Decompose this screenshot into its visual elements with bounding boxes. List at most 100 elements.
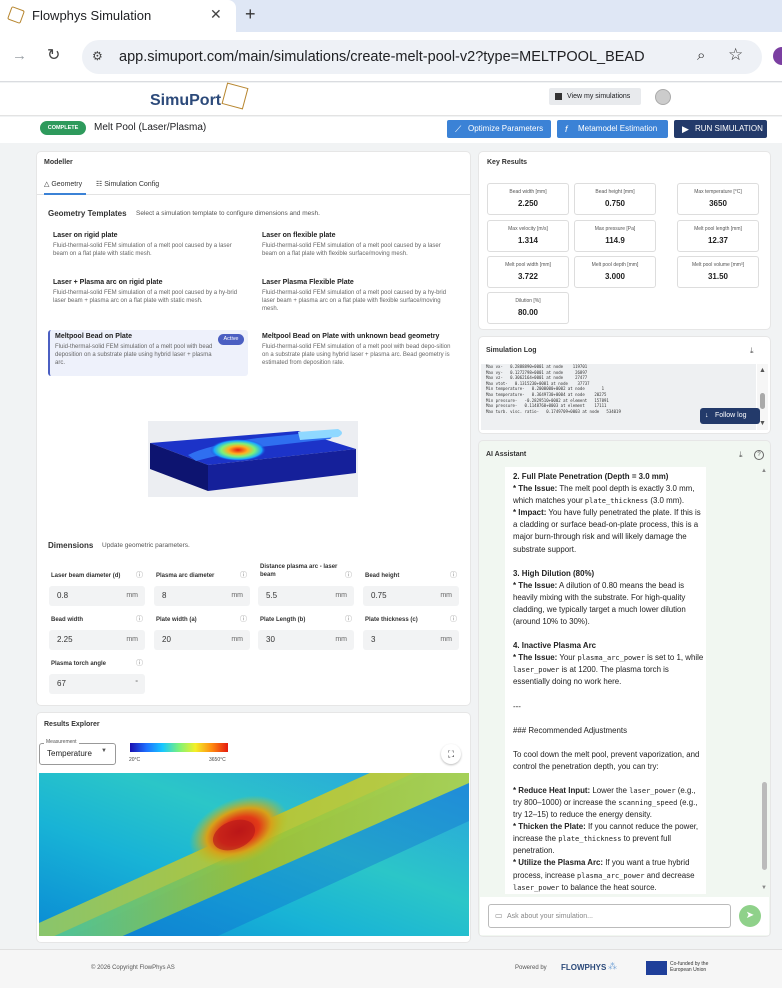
ai-message: 2. Full Plate Penetration (Depth = 3.0 m… xyxy=(505,467,706,894)
eu-funding-text: Co-funded by the European Union xyxy=(670,961,709,973)
kpi-label: Dilution [%] xyxy=(515,298,541,304)
modeller-title: Modeller xyxy=(44,159,73,166)
template-card[interactable]: Laser Plasma Flexible Plate Fluid-therma… xyxy=(257,276,457,318)
info-icon[interactable]: ⓘ xyxy=(136,614,143,624)
dimensions-title: Dimensions xyxy=(48,541,94,550)
kpi-value: 2.250 xyxy=(517,199,539,208)
ai-heading: ### Recommended Adjustments xyxy=(513,725,628,735)
close-tab-icon[interactable]: ✕ xyxy=(210,6,222,23)
template-title: Laser on rigid plate xyxy=(53,232,118,239)
field-unit: mm xyxy=(231,592,243,599)
field-unit: mm xyxy=(126,592,138,599)
play-icon: ▶ xyxy=(682,124,689,134)
site-settings-icon[interactable]: ⚙ xyxy=(92,49,103,63)
scroll-down-icon[interactable]: ▼ xyxy=(761,885,767,891)
laser-beam-diameter-input[interactable]: 0.8 mm xyxy=(49,586,145,606)
ai-code: plate_thickness xyxy=(584,497,649,506)
info-icon[interactable]: ⓘ xyxy=(345,570,352,580)
field-value: 3 xyxy=(371,635,376,644)
kpi-value: 3.722 xyxy=(517,272,539,281)
ai-code: laser_power xyxy=(513,666,560,675)
download-icon[interactable]: ⤓ xyxy=(739,450,743,460)
template-desc: Fluid-thermal-solid FEM simulation of a … xyxy=(262,344,451,366)
run-simulation-button[interactable]: ▶ RUN SIMULATION xyxy=(674,120,767,138)
info-icon[interactable]: ⓘ xyxy=(450,614,457,624)
ai-chat-input[interactable]: ▭ Ask about your simulation... xyxy=(488,904,731,928)
field-unit: mm xyxy=(440,592,452,599)
bead-width-input[interactable]: 2.25 mm xyxy=(49,630,145,650)
template-card[interactable]: Laser on flexible plate Fluid-thermal-so… xyxy=(257,229,457,271)
info-icon[interactable]: ⓘ xyxy=(136,658,143,668)
bookmark-star-icon[interactable]: ☆ xyxy=(728,45,743,65)
scroll-down-icon[interactable]: ▼ xyxy=(759,420,766,427)
kpi-card: Bead width [mm] 2.250 xyxy=(487,183,569,215)
temperature-field-view[interactable] xyxy=(39,773,469,936)
url-text[interactable]: app.simuport.com/main/simulations/create… xyxy=(119,49,645,65)
user-avatar[interactable] xyxy=(655,89,671,105)
field-label: Plasma torch angle xyxy=(51,661,107,667)
zoom-icon[interactable]: ⌕ xyxy=(697,47,705,64)
field-label: Bead width xyxy=(51,617,84,623)
chart-line-icon: ⟋ xyxy=(455,124,462,134)
browser-tab[interactable]: Flowphys Simulation ✕ xyxy=(0,0,236,32)
follow-log-label: Follow log xyxy=(715,412,747,419)
metamodel-estimation-button[interactable]: f Metamodel Estimation xyxy=(557,120,668,138)
info-icon[interactable]: ⓘ xyxy=(450,570,457,580)
ai-text-span: Your xyxy=(557,653,578,663)
info-icon[interactable]: ⓘ xyxy=(136,570,143,580)
tab-geometry[interactable]: △ Geometry xyxy=(44,180,86,195)
kpi-label: Max velocity [m/s] xyxy=(508,226,548,232)
template-card[interactable]: Laser + Plasma arc on rigid plate Fluid-… xyxy=(48,276,248,318)
help-icon[interactable]: ? xyxy=(754,450,764,460)
fullscreen-icon[interactable]: ⛶ xyxy=(441,744,461,764)
log-scroll-thumb[interactable] xyxy=(760,393,765,409)
geometry-templates-desc: Select a simulation template to configur… xyxy=(136,210,320,217)
info-icon[interactable]: ⓘ xyxy=(240,570,247,580)
field-label: Plasma arc diameter xyxy=(156,573,215,579)
flowphys-logo[interactable]: FLOWPHYS xyxy=(561,963,606,972)
view-simulations-button[interactable]: View my simulations xyxy=(549,88,641,105)
plate-length-input[interactable]: 30 mm xyxy=(258,630,354,650)
field-value: 20 xyxy=(162,635,171,644)
download-icon[interactable]: ⤓ xyxy=(750,346,754,356)
follow-log-button[interactable]: ↓ Follow log xyxy=(700,408,760,424)
simuport-logo[interactable]: SimuPort xyxy=(150,92,221,110)
ai-bold: * Utilize the Plasma Arc: xyxy=(513,858,604,868)
tab-simulation-config[interactable]: ☷ Simulation Config xyxy=(96,180,159,188)
measurement-value: Temperature xyxy=(47,749,92,758)
reload-icon[interactable]: ↻ xyxy=(47,45,60,65)
tab-geometry-label: Geometry xyxy=(51,181,83,188)
ai-code: plate_thickness xyxy=(558,835,622,844)
distance-arc-beam-input[interactable]: 5.5 mm xyxy=(258,586,354,606)
info-icon[interactable]: ⓘ xyxy=(345,614,352,624)
plate-thickness-input[interactable]: 3 mm xyxy=(363,630,459,650)
new-tab-icon[interactable]: + xyxy=(245,4,256,25)
plasma-torch-angle-input[interactable]: 67 ° xyxy=(49,674,145,694)
geometry-preview[interactable] xyxy=(148,421,358,497)
cube-favicon-icon xyxy=(7,6,25,24)
template-card[interactable]: Meltpool Bead on Plate with unknown bead… xyxy=(257,330,457,372)
plate-width-input[interactable]: 20 mm xyxy=(154,630,250,650)
field-value: 67 xyxy=(57,679,66,688)
info-icon[interactable]: ⓘ xyxy=(240,614,247,624)
metamodel-label: Metamodel Estimation xyxy=(578,124,658,133)
template-card[interactable]: Laser on rigid plate Fluid-thermal-solid… xyxy=(48,229,248,271)
kpi-card: Max pressure [Pa] 114.9 xyxy=(574,220,656,252)
key-results-title: Key Results xyxy=(487,159,528,166)
scroll-up-icon[interactable]: ▲ xyxy=(759,367,766,374)
bead-height-input[interactable]: 0.75 mm xyxy=(363,586,459,606)
optimize-label: Optimize Parameters xyxy=(468,124,544,133)
kpi-value: 31.50 xyxy=(707,272,729,281)
scroll-up-icon[interactable]: ▲ xyxy=(761,468,767,474)
simulation-log-title: Simulation Log xyxy=(486,347,537,354)
kpi-card: Bead height [mm] 0.750 xyxy=(574,183,656,215)
optimize-parameters-button[interactable]: ⟋ Optimize Parameters xyxy=(447,120,551,138)
field-label: Distance plasma arc - laser beam xyxy=(260,564,338,578)
status-badge: COMPLETE xyxy=(40,121,86,135)
ai-heading: 4. Inactive Plasma Arc xyxy=(513,641,597,651)
back-arrow-icon[interactable]: → xyxy=(12,47,27,64)
field-unit: ° xyxy=(135,680,138,687)
send-icon[interactable]: ➤ xyxy=(739,905,761,927)
ai-scroll-thumb[interactable] xyxy=(762,782,767,870)
plasma-arc-diameter-input[interactable]: 8 mm xyxy=(154,586,250,606)
